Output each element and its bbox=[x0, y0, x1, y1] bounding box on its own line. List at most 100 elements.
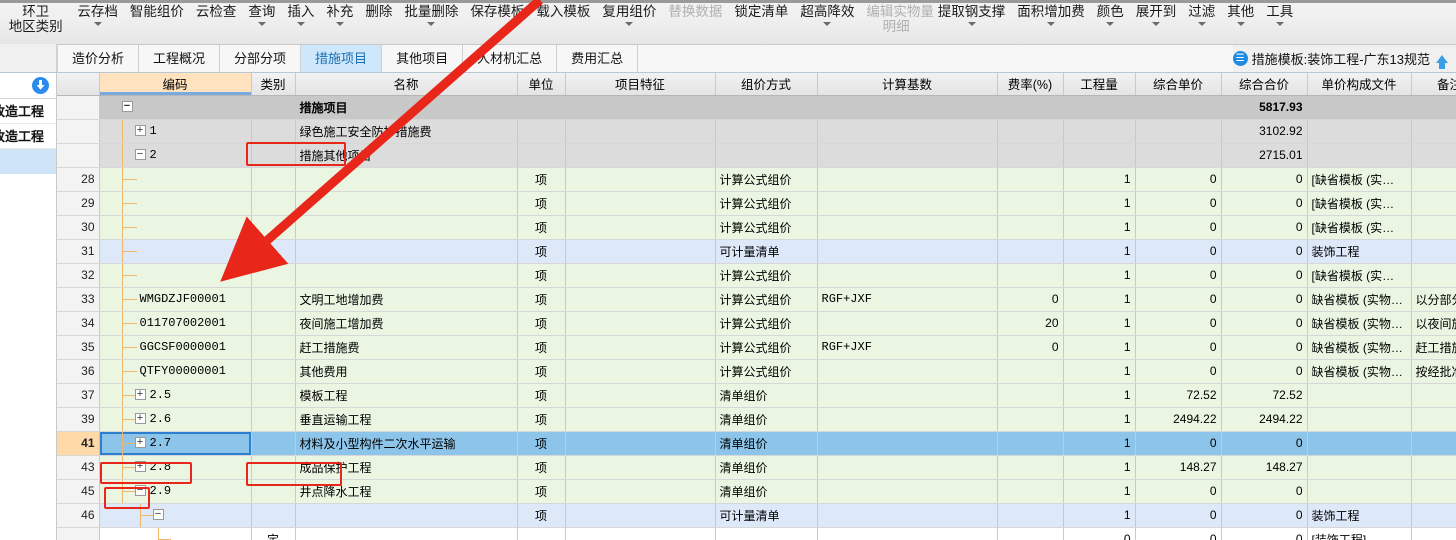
feature-cell[interactable] bbox=[565, 119, 716, 144]
code-cell[interactable] bbox=[99, 239, 252, 264]
toolbar-item-14[interactable]: 超高降效 bbox=[794, 0, 860, 44]
price-file-cell[interactable] bbox=[1307, 431, 1412, 456]
calc-base-cell[interactable] bbox=[817, 455, 998, 480]
quantity-cell[interactable]: 1 bbox=[1063, 359, 1136, 384]
name-cell[interactable]: 模板工程 bbox=[295, 383, 518, 408]
name-cell[interactable] bbox=[295, 215, 518, 240]
category-cell[interactable] bbox=[251, 191, 296, 216]
unit-price-cell[interactable]: 0 bbox=[1135, 215, 1222, 240]
price-file-cell[interactable]: 装饰工程 bbox=[1307, 503, 1412, 528]
calc-base-cell[interactable]: RGF+JXF bbox=[817, 287, 998, 312]
unit-price-cell[interactable]: 0 bbox=[1135, 167, 1222, 192]
unit-cell[interactable] bbox=[517, 119, 566, 144]
quantity-cell[interactable]: 1 bbox=[1063, 287, 1136, 312]
feature-cell[interactable] bbox=[565, 335, 716, 360]
grid-col-header-1[interactable]: 编码 bbox=[99, 73, 252, 96]
table-row[interactable]: 32 项计算公式组价 1 0 0 [缺省模板 (实… bbox=[57, 263, 1456, 288]
unit-cell[interactable]: 项 bbox=[517, 407, 566, 432]
table-row[interactable]: 46项可计量清单100装饰工程 bbox=[57, 503, 1456, 528]
calc-base-cell[interactable] bbox=[817, 191, 998, 216]
quantity-cell[interactable]: 1 bbox=[1063, 167, 1136, 192]
feature-cell[interactable] bbox=[565, 191, 716, 216]
unit-cell[interactable] bbox=[517, 95, 566, 120]
toolbar-item-6[interactable]: 补充 bbox=[320, 0, 359, 44]
tree-expand-icon[interactable] bbox=[134, 412, 146, 424]
total-price-cell[interactable]: 0 bbox=[1221, 311, 1308, 336]
tree-expand-icon[interactable] bbox=[134, 460, 146, 472]
sidebar-item-0[interactable]: 改造工程 bbox=[0, 99, 56, 124]
unit-price-cell[interactable] bbox=[1135, 143, 1222, 168]
feature-cell[interactable] bbox=[565, 503, 716, 528]
table-row[interactable]: 30 项计算公式组价 1 0 0 [缺省模板 (实… bbox=[57, 215, 1456, 240]
quantity-cell[interactable]: 1 bbox=[1063, 239, 1136, 264]
category-cell[interactable] bbox=[251, 359, 296, 384]
pricing-mode-cell[interactable]: 计算公式组价 bbox=[715, 359, 818, 384]
pricing-mode-cell[interactable]: 清单组价 bbox=[715, 383, 818, 408]
code-cell[interactable]: WMGDZJF00001 bbox=[99, 287, 252, 312]
table-row[interactable]: 35 GGCSF0000001 赶工措施费项计算公式组价 RGF+JXF 0 1 0 0 缺省模… bbox=[57, 335, 1456, 360]
toolbar-item-11[interactable]: 复用组价 bbox=[596, 0, 662, 44]
note-cell[interactable] bbox=[1411, 239, 1456, 264]
sidebar-item-1[interactable]: 改造工程 bbox=[0, 124, 56, 149]
tree-collapse-icon[interactable] bbox=[121, 100, 133, 112]
unit-cell[interactable]: 项 bbox=[517, 479, 566, 504]
quantity-cell[interactable]: 1 bbox=[1063, 479, 1136, 504]
unit-cell[interactable] bbox=[517, 143, 566, 168]
price-file-cell[interactable]: [装饰工程] bbox=[1307, 527, 1412, 540]
toolbar-item-19[interactable]: 展开到 bbox=[1130, 0, 1183, 44]
feature-cell[interactable] bbox=[565, 527, 716, 540]
price-file-cell[interactable]: [缺省模板 (实… bbox=[1307, 191, 1412, 216]
table-row[interactable]: 432.8成品保护工程项清单组价1148.27148.27 bbox=[57, 455, 1456, 480]
fee-rate-cell[interactable] bbox=[997, 263, 1064, 288]
fee-rate-cell[interactable] bbox=[997, 407, 1064, 432]
fee-rate-cell[interactable] bbox=[997, 359, 1064, 384]
feature-cell[interactable] bbox=[565, 215, 716, 240]
category-cell[interactable] bbox=[251, 407, 296, 432]
chevron-down-icon[interactable] bbox=[823, 22, 832, 26]
feature-cell[interactable] bbox=[565, 407, 716, 432]
quantity-cell[interactable]: 1 bbox=[1063, 407, 1136, 432]
total-price-cell[interactable]: 2494.22 bbox=[1221, 407, 1308, 432]
tab-2[interactable]: 分部分项 bbox=[220, 45, 302, 72]
category-cell[interactable] bbox=[251, 287, 296, 312]
code-cell[interactable]: 2 bbox=[99, 143, 252, 168]
quantity-cell[interactable]: 1 bbox=[1063, 383, 1136, 408]
total-price-cell[interactable]: 0 bbox=[1221, 215, 1308, 240]
note-cell[interactable]: 以夜间施工… bbox=[1411, 311, 1456, 336]
fee-rate-cell[interactable] bbox=[997, 383, 1064, 408]
table-row[interactable]: 36 QTFY00000001 其他费用项计算公式组价 1 0 0 缺省模板 (实物… 按经批… bbox=[57, 359, 1456, 384]
name-cell[interactable]: 井点降水工程 bbox=[295, 479, 518, 504]
unit-cell[interactable]: 项 bbox=[517, 335, 566, 360]
feature-cell[interactable] bbox=[565, 95, 716, 120]
feature-cell[interactable] bbox=[565, 239, 716, 264]
toolbar-item-17[interactable]: 面积增加费 bbox=[1011, 0, 1091, 44]
calc-base-cell[interactable] bbox=[817, 263, 998, 288]
price-file-cell[interactable]: 缺省模板 (实物… bbox=[1307, 311, 1412, 336]
fee-rate-cell[interactable]: 0 bbox=[997, 287, 1064, 312]
note-cell[interactable] bbox=[1411, 455, 1456, 480]
total-price-cell[interactable]: 0 bbox=[1221, 503, 1308, 528]
unit-price-cell[interactable]: 148.27 bbox=[1135, 455, 1222, 480]
toolbar-item-5[interactable]: 插入 bbox=[281, 0, 320, 44]
code-cell[interactable] bbox=[99, 503, 252, 528]
pricing-mode-cell[interactable]: 计算公式组价 bbox=[715, 311, 818, 336]
total-price-cell[interactable]: 72.52 bbox=[1221, 383, 1308, 408]
category-cell[interactable] bbox=[251, 455, 296, 480]
note-cell[interactable] bbox=[1411, 191, 1456, 216]
category-cell[interactable]: 定 bbox=[251, 527, 296, 540]
pricing-mode-cell[interactable] bbox=[715, 119, 818, 144]
tree-collapse-icon[interactable] bbox=[134, 148, 146, 160]
price-file-cell[interactable] bbox=[1307, 143, 1412, 168]
total-price-cell[interactable]: 0 bbox=[1221, 527, 1308, 540]
code-cell[interactable]: 1 bbox=[99, 119, 252, 144]
unit-price-cell[interactable]: 2494.22 bbox=[1135, 407, 1222, 432]
total-price-cell[interactable]: 0 bbox=[1221, 431, 1308, 456]
unit-price-cell[interactable]: 0 bbox=[1135, 239, 1222, 264]
price-file-cell[interactable]: [缺省模板 (实… bbox=[1307, 263, 1412, 288]
note-cell[interactable] bbox=[1411, 119, 1456, 144]
code-cell[interactable] bbox=[99, 215, 252, 240]
unit-price-cell[interactable]: 0 bbox=[1135, 311, 1222, 336]
name-cell[interactable]: 文明工地增加费 bbox=[295, 287, 518, 312]
code-cell[interactable]: QTFY00000001 bbox=[99, 359, 252, 384]
chevron-down-icon[interactable] bbox=[625, 22, 634, 26]
